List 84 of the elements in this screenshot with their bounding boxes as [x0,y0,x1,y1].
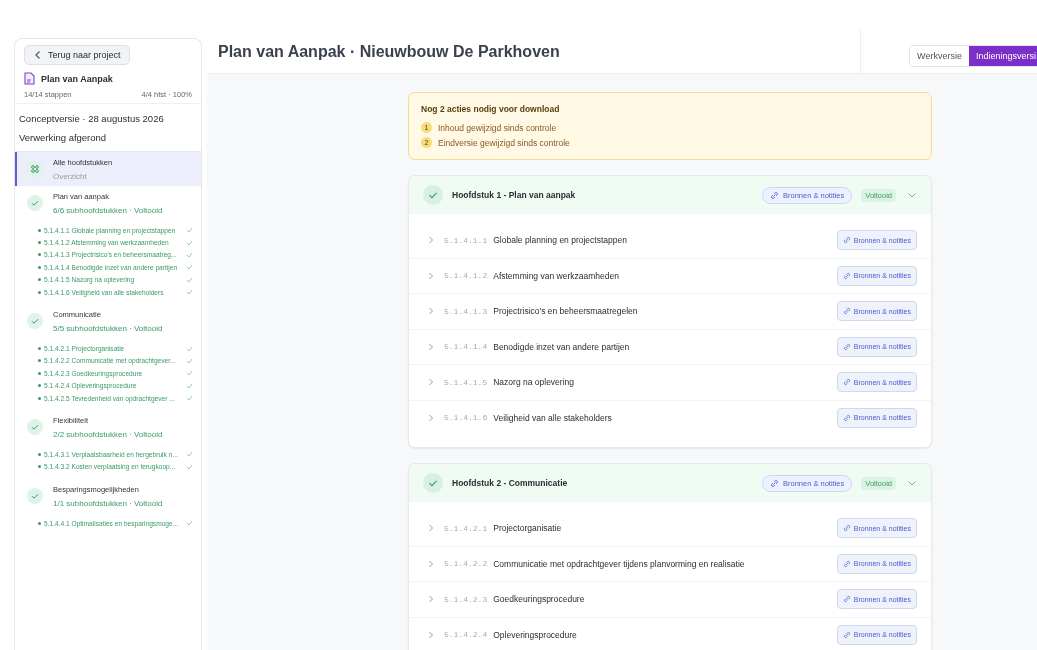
section-number: 5.1.4.2.2 [444,559,488,569]
link-icon [842,271,851,280]
chevron-right-icon[interactable] [427,342,435,351]
action-text: Eindversie gewijzigd sinds controle [438,137,570,148]
chevron-right-icon[interactable] [427,595,435,604]
alert-title: Nog 2 acties nodig voor download [421,104,561,114]
nav-subtitle: 6/6 subhoofdstukken · Voltooid [53,206,163,215]
check-icon [27,419,43,436]
chevron-down-icon[interactable] [907,190,917,200]
bullet-icon [38,521,41,525]
bullet-icon [38,265,41,269]
page-title: Plan van Aanpak · Nieuwbouw De Parkhoven [218,42,560,61]
document-title: Plan van Aanpak [41,73,113,84]
bullet-icon [38,384,41,388]
section-title: Communicatie met opdrachtgever tijdens planvorming en realisatie [493,558,746,569]
chevron-right-icon[interactable] [427,236,435,245]
processing-status: Verwerking afgerond [19,131,108,145]
link-icon [842,307,851,316]
check-icon [423,185,443,205]
section-number: 5.1.4.2.4 [444,630,488,640]
link-icon [770,478,779,488]
check-icon [27,195,43,211]
section-title: Veiligheid van alle stakeholders [493,412,613,423]
nav-subtitle: 2/2 subhoofdstukken · Voltooid [53,430,163,440]
section-title: Benodigde inzet van andere partijen [493,341,631,352]
bullet-icon [38,347,41,351]
link-icon [842,559,851,568]
link-icon [842,630,851,639]
chapter-title: Hoofdstuk 1 - Plan van aanpak [452,190,577,200]
bullet-icon [38,241,41,245]
section-number: 5.1.4.1.5 [444,377,488,387]
version-tab[interactable]: Indieningsversi [968,45,1037,66]
link-icon [842,378,851,387]
section-title: Opleveringsprocedure [493,629,578,640]
bullet-icon [38,396,41,400]
check-icon [27,488,43,505]
bullet-icon [38,371,41,375]
chevron-left-icon [33,50,43,60]
section-number: 5.1.4.1.3 [444,306,488,316]
link-icon [842,595,851,604]
action-text: Inhoud gewijzigd sinds controle [438,122,557,133]
chevron-down-icon[interactable] [907,478,917,488]
link-icon [842,524,851,533]
link-icon [770,190,779,200]
nav-subtitle: 5/5 subhoofdstukken · Voltooid [53,324,163,334]
section-number: 5.1.4.1.6 [444,413,488,423]
chevron-right-icon[interactable] [427,559,435,568]
section-title: Nazorg na oplevering [493,377,576,388]
grid-icon [27,161,43,177]
bullet-icon [38,290,41,294]
section-number: 5.1.4.2.3 [444,594,488,604]
bullet-icon [38,228,41,232]
bullet-icon [38,465,41,469]
link-icon [842,236,851,245]
section-title: Projectorganisatie [493,523,563,534]
section-title: Projectrisico's en beheersmaatregelen [493,306,639,317]
section-number: 5.1.4.1.1 [444,235,488,245]
nav-subtitle: 1/1 subhoofdstukken · Voltooid [53,499,163,509]
section-number: 5.1.4.1.2 [444,271,488,281]
bullet-icon [38,278,41,282]
section-number: 5.1.4.2.1 [444,523,488,533]
section-number: 5.1.4.1.4 [444,342,488,352]
chevron-right-icon[interactable] [427,524,435,533]
bullet-icon [38,253,41,257]
section-title: Globale planning en projectstappen [493,235,628,246]
section-title: Afstemming van werkzaamheden [493,270,620,281]
chevron-right-icon[interactable] [427,271,435,280]
bullet-icon [38,359,41,363]
document-icon [24,72,35,85]
bullet-icon [38,453,41,456]
check-icon [423,473,443,493]
back-button[interactable]: Terug naar project [24,45,130,65]
check-icon [27,313,43,330]
nav-subtitle: Overzicht [53,172,88,181]
chapter-title: Hoofdstuk 2 - Communicatie [452,478,569,488]
chevron-right-icon[interactable] [427,413,435,422]
chevron-right-icon[interactable] [427,378,435,387]
check-icon [186,520,193,527]
version-label: Conceptversie · 28 augustus 2026 [19,112,165,126]
link-icon [842,413,851,422]
chevron-right-icon[interactable] [427,630,435,639]
section-title: Goedkeuringsprocedure [493,594,586,605]
chevron-right-icon[interactable] [427,307,435,316]
link-icon [842,342,851,351]
